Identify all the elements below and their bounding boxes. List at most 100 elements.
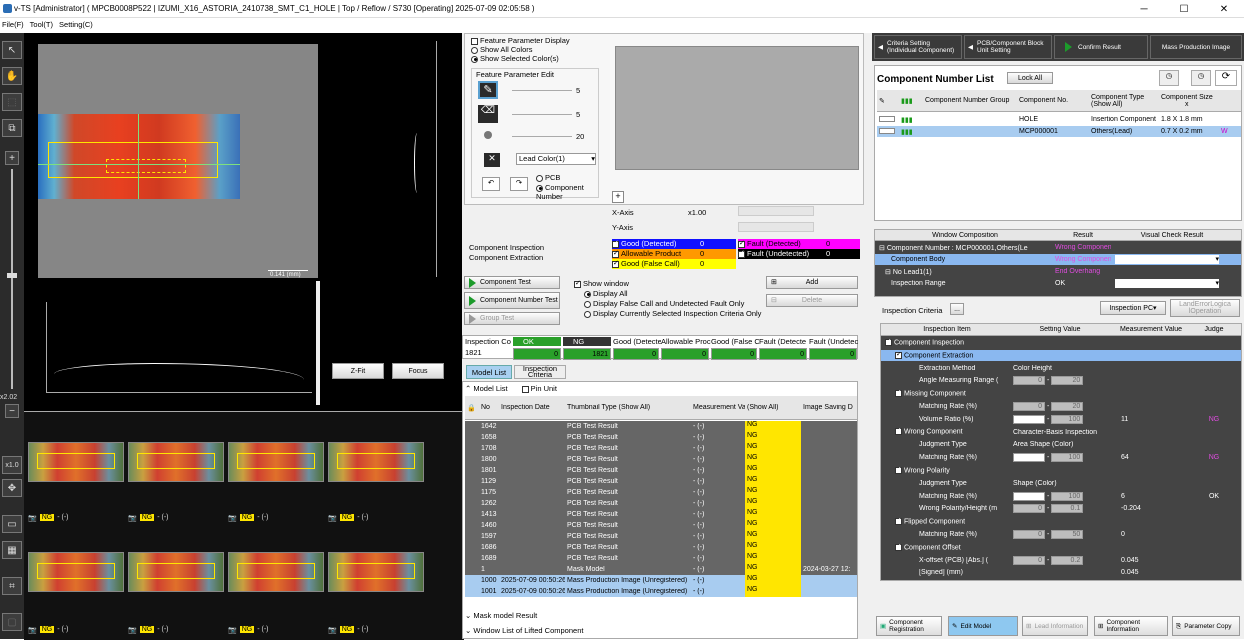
criteria-more-button[interactable]: ...: [950, 303, 964, 315]
legend-good-false-call[interactable]: Good (False Call)0: [612, 259, 736, 269]
thumbnail-1[interactable]: [28, 442, 124, 482]
col-comp-group[interactable]: Component Number Group: [923, 97, 1017, 104]
mask-model-result-section[interactable]: ⌄ Mask model Result: [465, 611, 537, 620]
feature-display-toggle[interactable]: Feature Parameter Display: [471, 36, 599, 45]
visual-check-select[interactable]: ▾: [1115, 279, 1219, 288]
graph-scrollbar[interactable]: [316, 281, 320, 405]
close-button[interactable]: ✕: [1204, 0, 1244, 18]
col-item[interactable]: Inspection Item: [881, 326, 1011, 333]
thumbnail-5[interactable]: [28, 552, 124, 592]
thumbnail-4[interactable]: [328, 442, 424, 482]
model-row[interactable]: 1460 PCB Test Result - (-) NG: [465, 520, 857, 531]
x-axis-select[interactable]: [738, 206, 814, 216]
col-comp-no[interactable]: Component No.: [1017, 97, 1089, 104]
inspection-pc-select[interactable]: Inspection PC ▾: [1100, 301, 1166, 315]
criteria-row[interactable]: Wrong Polarity/Height (m 0 - 0.1 -0.204: [881, 503, 1241, 514]
tab-lead-information[interactable]: ⊞ Lead Information: [1022, 616, 1088, 636]
window-row-selected[interactable]: Component Body Wrong Component ▾: [875, 254, 1241, 265]
criteria-row[interactable]: Wrong ComponentCharacter-Basis Inspectio…: [881, 427, 1241, 438]
criteria-row[interactable]: Wrong Polarity: [881, 465, 1241, 476]
legend-fault-detected[interactable]: Fault (Detected)0: [738, 239, 860, 249]
nav-criteria-setting[interactable]: ◀ Criteria Setting (Individual Component): [874, 35, 962, 59]
move-icon[interactable]: ✥: [2, 479, 22, 497]
add-point-icon[interactable]: +: [612, 191, 624, 203]
grid-icon[interactable]: ▦: [2, 541, 22, 559]
lifted-component-section[interactable]: ⌄ Window List of Lifted Component: [465, 626, 583, 635]
col-window[interactable]: Window Composition: [875, 232, 1053, 239]
visual-check-select[interactable]: ▾: [1115, 255, 1219, 264]
thumbnail-6[interactable]: [128, 552, 224, 592]
criteria-row[interactable]: Judgment Type Area Shape (Color): [881, 439, 1241, 450]
model-row[interactable]: 1642 PCB Test Result - (-) NG: [465, 421, 857, 432]
legend-good-detected[interactable]: Good (Detected)0: [612, 239, 736, 249]
zoom-slider[interactable]: [11, 169, 13, 389]
add-button[interactable]: ⊞ Add: [766, 276, 858, 289]
legend-fault-undetected[interactable]: Fault (Undetected)0: [738, 249, 860, 259]
col-date[interactable]: Inspection Date: [499, 404, 565, 411]
col-image-saving[interactable]: Image Saving D: [801, 404, 855, 411]
thumbnail-2[interactable]: [128, 442, 224, 482]
component-number-radio[interactable]: Component Number: [536, 183, 596, 201]
component-test-button[interactable]: Component Test: [464, 276, 560, 289]
measure-icon[interactable]: ⌗: [2, 577, 22, 595]
crop-tool-icon[interactable]: ⧉: [2, 119, 22, 137]
window-row[interactable]: ⊟ Component Number : MCP000001,Others(Le…: [875, 242, 1241, 253]
col-comp-type[interactable]: Component Type (Show All): [1089, 94, 1159, 108]
minimize-button[interactable]: ─: [1124, 0, 1164, 18]
nav-block-setting[interactable]: ◀ PCB/Component Block Unit Setting: [964, 35, 1052, 59]
undo-icon[interactable]: ↶: [482, 177, 500, 191]
criteria-row[interactable]: Volume Ratio (%) 25 - 100 11 NG: [881, 414, 1241, 425]
tab-parameter-copy[interactable]: ⎘ Parameter Copy: [1172, 616, 1240, 636]
focus-button[interactable]: Focus: [392, 363, 444, 379]
model-row[interactable]: 1801 PCB Test Result - (-) NG: [465, 465, 857, 476]
model-row[interactable]: 1 Mask Model - (-) NG 2024-03-27 12:: [465, 564, 857, 575]
nav-confirm-result[interactable]: Confirm Result: [1054, 35, 1148, 59]
tab-inspection-criteria[interactable]: Inspection Criteria: [514, 365, 566, 379]
col-no[interactable]: No: [479, 404, 499, 411]
select-tool-icon[interactable]: ⬚: [2, 93, 22, 111]
clear-icon[interactable]: ✕: [484, 153, 500, 167]
thumbnail-3[interactable]: [228, 442, 324, 482]
display-all-radio[interactable]: Display All: [584, 289, 628, 298]
col-setting[interactable]: Setting Value: [1011, 326, 1107, 333]
thumbnail-7[interactable]: [228, 552, 324, 592]
eraser-icon[interactable]: ⌫: [478, 105, 498, 123]
slider-3[interactable]: [512, 136, 572, 137]
history2-icon[interactable]: ◷: [1191, 70, 1211, 86]
col-measurement[interactable]: Measurement Va: [691, 404, 745, 411]
col-measure[interactable]: Measurement Value: [1107, 326, 1193, 333]
display-false-radio[interactable]: Display False Call and Undetected Fault …: [584, 299, 744, 308]
pcb-radio[interactable]: PCB: [536, 173, 560, 182]
redo-icon[interactable]: ↷: [510, 177, 528, 191]
show-all-colors-radio[interactable]: Show All Colors: [471, 45, 599, 54]
inspection-window-lead[interactable]: [106, 159, 186, 173]
tab-component-registration[interactable]: ▣ Component Registration: [876, 616, 942, 636]
window-row[interactable]: Inspection Range OK ▾: [875, 278, 1241, 289]
criteria-row[interactable]: Angle Measuring Range (0 - 20: [881, 375, 1241, 386]
model-row[interactable]: 1689 PCB Test Result - (-) NG: [465, 553, 857, 564]
hand-tool-icon[interactable]: ✋: [2, 67, 22, 85]
window-icon[interactable]: ▭: [2, 515, 22, 533]
display-current-radio[interactable]: Display Currently Selected Inspection Cr…: [584, 309, 761, 318]
land-error-button[interactable]: LandErrorLogica lOperation: [1170, 299, 1240, 317]
delete-button[interactable]: ⊟ Delete: [766, 294, 858, 307]
tab-component-information[interactable]: ⊞ Component Information: [1094, 616, 1168, 636]
menu-file[interactable]: File(F): [2, 20, 24, 29]
model-row[interactable]: 1597 PCB Test Result - (-) NG: [465, 531, 857, 542]
criteria-row[interactable]: Matching Rate (%) 0 - 20: [881, 401, 1241, 412]
tab-edit-model[interactable]: ✎ Edit Model: [948, 616, 1018, 636]
criteria-row[interactable]: [Signed] (mm) 0.045: [881, 567, 1241, 578]
criteria-row[interactable]: X-offset (PCB) [Abs.] (0 - 0.2 0.045: [881, 555, 1241, 566]
menu-setting[interactable]: Setting(C): [59, 20, 93, 29]
model-row[interactable]: 1800 PCB Test Result - (-) NG: [465, 454, 857, 465]
criteria-row[interactable]: Matching Rate (%) 80 - 100 64 NG: [881, 452, 1241, 463]
col-thumb-type[interactable]: Thumbnail Type (Show All): [565, 404, 691, 411]
criteria-row[interactable]: Missing Component: [881, 388, 1241, 399]
show-selected-colors-radio[interactable]: Show Selected Color(s): [471, 54, 599, 63]
pointer-tool-icon[interactable]: ↖: [2, 41, 22, 59]
model-row[interactable]: 1001 2025-07-09 00:50:26 Mass Production I…: [465, 586, 857, 597]
model-row[interactable]: 1708 PCB Test Result - (-) NG: [465, 443, 857, 454]
zoom-in-icon[interactable]: +: [5, 151, 19, 165]
refresh-icon[interactable]: ⟳: [1215, 70, 1237, 86]
y-axis-select[interactable]: [738, 222, 814, 232]
